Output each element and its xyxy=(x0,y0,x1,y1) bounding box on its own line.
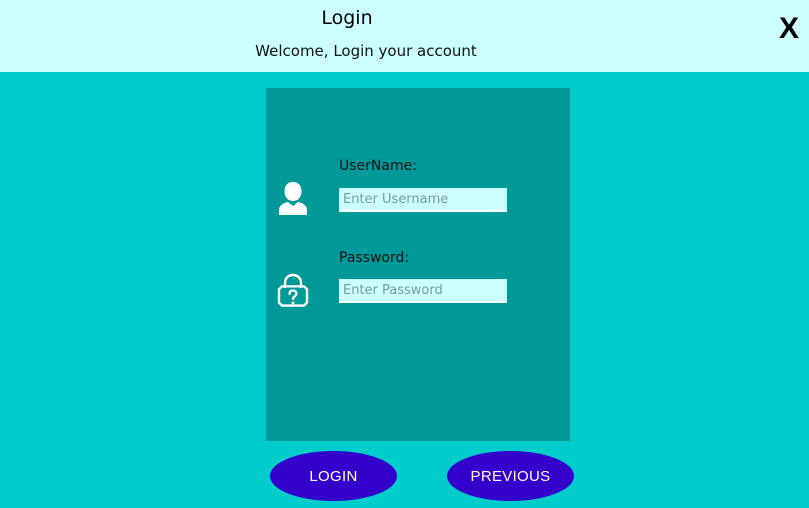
header-bar: Login Welcome, Login your account X xyxy=(0,0,809,72)
lock-question-icon xyxy=(277,273,309,307)
password-label: Password: xyxy=(339,250,410,266)
page-title: Login xyxy=(321,7,373,29)
user-icon xyxy=(279,182,307,215)
username-label: UserName: xyxy=(339,158,417,174)
close-button[interactable]: X xyxy=(779,14,799,44)
login-panel: UserName: Password: xyxy=(266,88,570,441)
password-input[interactable] xyxy=(339,279,507,303)
page-subtitle: Welcome, Login your account xyxy=(255,42,477,60)
login-button[interactable]: LOGIN xyxy=(270,451,397,501)
previous-button[interactable]: PREVIOUS xyxy=(447,451,574,501)
username-input[interactable] xyxy=(339,188,507,212)
